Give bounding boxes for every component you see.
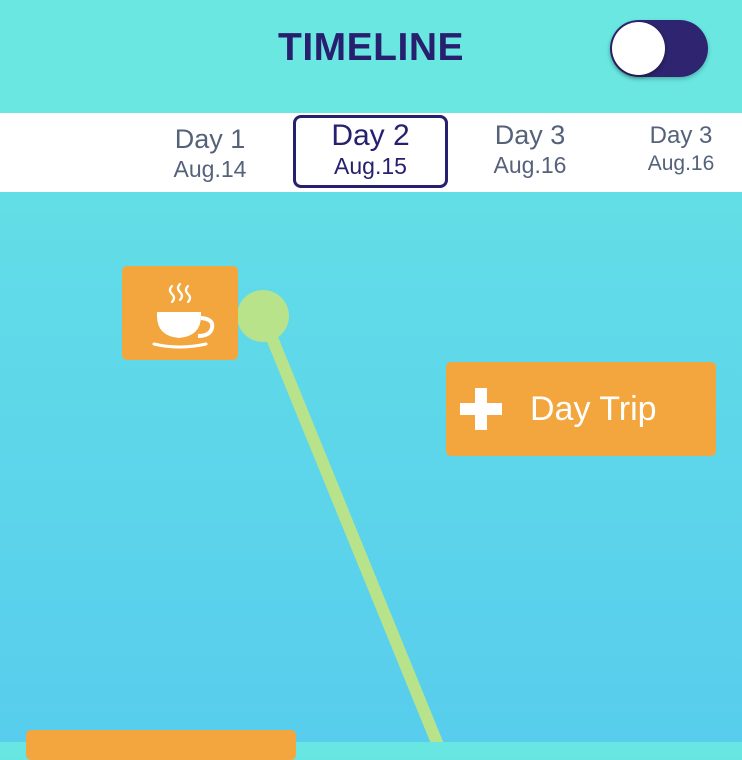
- plus-icon: [460, 388, 502, 430]
- timeline-node: [237, 290, 289, 342]
- day-trip-label: Day Trip: [530, 390, 657, 428]
- event-card-partial[interactable]: [26, 730, 296, 760]
- coffee-cup-icon: [152, 282, 215, 349]
- add-day-trip-button[interactable]: Day Trip: [446, 362, 716, 456]
- cafe-event-card[interactable]: [122, 266, 238, 360]
- timeline-line: [257, 310, 444, 742]
